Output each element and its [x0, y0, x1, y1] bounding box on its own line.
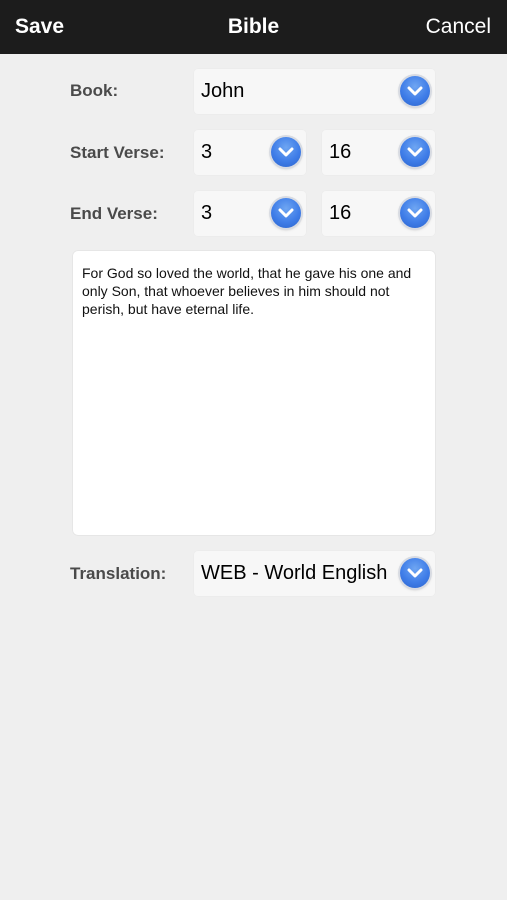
end-chapter-value: 3	[201, 202, 213, 224]
chevron-down-icon	[400, 76, 430, 106]
end-verse-value: 16	[329, 202, 352, 224]
start-verse-label: Start Verse:	[70, 143, 165, 162]
start-chapter-value: 3	[201, 141, 213, 163]
chevron-down-icon	[400, 137, 430, 167]
start-verse-picker[interactable]: 16	[321, 129, 436, 176]
translation-picker[interactable]: WEB - World English	[193, 550, 436, 597]
save-button[interactable]: Save	[15, 0, 64, 54]
end-chapter-picker[interactable]: 3	[193, 190, 307, 237]
book-value: John	[201, 80, 245, 102]
chevron-down-icon	[400, 198, 430, 228]
start-chapter-picker[interactable]: 3	[193, 129, 307, 176]
start-verse-value: 16	[329, 141, 352, 163]
passage-text-area[interactable]: For God so loved the world, that he gave…	[72, 250, 436, 536]
book-picker[interactable]: John	[193, 68, 436, 115]
chevron-down-icon	[400, 558, 430, 588]
cancel-button[interactable]: Cancel	[426, 0, 491, 54]
end-verse-label: End Verse:	[70, 204, 158, 223]
translation-value: WEB - World English	[201, 562, 388, 584]
navigation-bar: Bible Save Cancel	[0, 0, 507, 54]
chevron-down-icon	[271, 137, 301, 167]
end-verse-picker[interactable]: 16	[321, 190, 436, 237]
book-label: Book:	[70, 81, 119, 100]
translation-label: Translation:	[70, 564, 167, 583]
chevron-down-icon	[271, 198, 301, 228]
